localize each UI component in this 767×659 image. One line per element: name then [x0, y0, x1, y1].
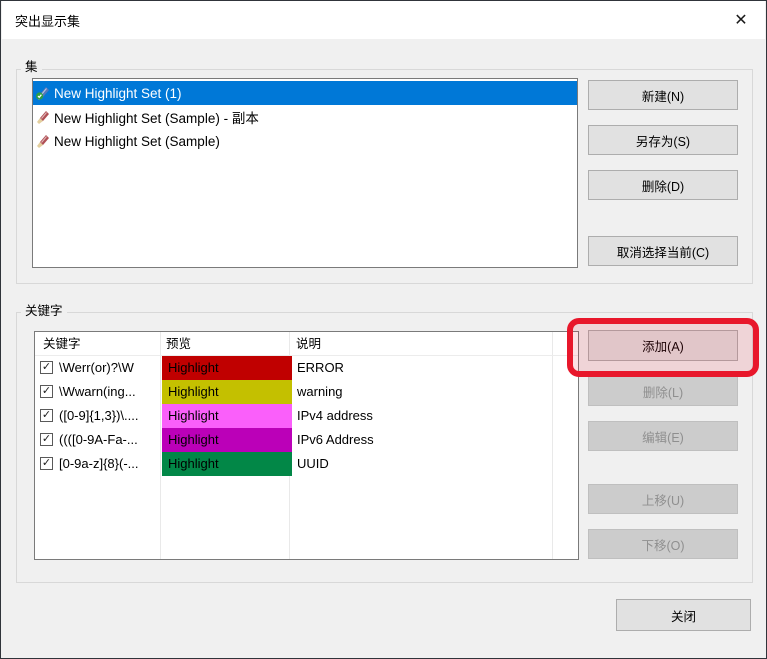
table-row[interactable]: ✓ \Werr(or)?\W Highlight ERROR — [35, 356, 578, 380]
description-cell: IPv6 Address — [297, 428, 374, 452]
keyword-cell: ((([0-9A-Fa-... — [59, 428, 160, 452]
description-cell: warning — [297, 380, 343, 404]
table-row[interactable]: ✓ ((([0-9A-Fa-... Highlight IPv6 Address — [35, 428, 578, 452]
check-icon: ✓ — [42, 410, 51, 421]
checkbox-checked[interactable]: ✓ — [40, 409, 53, 422]
check-icon: ✓ — [42, 434, 51, 445]
column-header-keyword: 关键字 — [43, 332, 81, 356]
column-header-preview: 预览 — [166, 332, 191, 356]
move-up-button: 上移(U) — [588, 484, 738, 514]
keyword-cell: ([0-9]{1,3})\.... — [59, 404, 160, 428]
edit-keyword-button: 编辑(E) — [588, 421, 738, 451]
close-button[interactable]: ✕ — [721, 1, 761, 38]
column-header-description: 说明 — [296, 332, 321, 356]
checkbox-checked[interactable]: ✓ — [40, 385, 53, 398]
preview-cell: Highlight — [162, 404, 292, 428]
preview-cell: Highlight — [162, 428, 292, 452]
preview-cell: Highlight — [162, 380, 292, 404]
deselect-current-button[interactable]: 取消选择当前(C) — [588, 236, 738, 266]
checkbox-checked[interactable]: ✓ — [40, 457, 53, 470]
preview-label: Highlight — [168, 408, 219, 423]
list-item-label: New Highlight Set (Sample) - 副本 — [54, 107, 259, 127]
table-header: 关键字 预览 说明 — [35, 332, 578, 356]
preview-label: Highlight — [168, 432, 219, 447]
check-icon: ✓ — [42, 362, 51, 373]
list-item-label: New Highlight Set (Sample) — [54, 134, 220, 149]
keyword-cell: [0-9a-z]{8}(-... — [59, 452, 160, 476]
delete-set-button[interactable]: 删除(D) — [588, 170, 738, 200]
move-down-button: 下移(O) — [588, 529, 738, 559]
checkbox-checked[interactable]: ✓ — [40, 361, 53, 374]
description-cell: UUID — [297, 452, 329, 476]
table-row[interactable]: ✓ \Wwarn(ing... Highlight warning — [35, 380, 578, 404]
keyword-cell: \Wwarn(ing... — [59, 380, 160, 404]
new-set-button[interactable]: 新建(N) — [588, 80, 738, 110]
checkbox-checked[interactable]: ✓ — [40, 433, 53, 446]
description-cell: IPv4 address — [297, 404, 373, 428]
highlight-sets-dialog: 突出显示集 ✕ 集 New Highlight Set (1) — [0, 0, 767, 659]
sets-group-label: 集 — [21, 60, 42, 75]
save-as-button[interactable]: 另存为(S) — [588, 125, 738, 155]
add-keyword-button[interactable]: 添加(A) — [588, 330, 738, 361]
check-icon: ✓ — [42, 458, 51, 469]
close-dialog-button[interactable]: 关闭 — [616, 599, 751, 631]
table-row[interactable]: ✓ [0-9a-z]{8}(-... Highlight UUID — [35, 452, 578, 476]
description-cell: ERROR — [297, 356, 344, 380]
check-icon: ✓ — [42, 386, 51, 397]
keywords-group-label: 关键字 — [21, 304, 67, 319]
preview-cell: Highlight — [162, 356, 292, 380]
list-item-label: New Highlight Set (1) — [54, 86, 182, 101]
keywords-table[interactable]: 关键字 预览 说明 ✓ \Werr(or)?\W Highlight ERROR… — [34, 331, 579, 560]
preview-label: Highlight — [168, 456, 219, 471]
list-item[interactable]: New Highlight Set (Sample) — [33, 129, 577, 153]
highlight-set-list[interactable]: New Highlight Set (1) New Highlight Set … — [32, 78, 578, 268]
highlighter-pen-icon — [35, 109, 51, 125]
list-item-selected[interactable]: New Highlight Set (1) — [33, 81, 577, 105]
preview-label: Highlight — [168, 384, 219, 399]
preview-label: Highlight — [168, 360, 219, 375]
list-item[interactable]: New Highlight Set (Sample) - 副本 — [33, 105, 577, 129]
dialog-title: 突出显示集 — [15, 11, 80, 30]
delete-keyword-button: 删除(L) — [588, 376, 738, 406]
close-icon: ✕ — [734, 10, 747, 30]
highlighter-pen-active-icon — [35, 85, 51, 101]
preview-cell: Highlight — [162, 452, 292, 476]
title-bar: 突出显示集 — [2, 1, 765, 39]
highlighter-pen-icon — [35, 133, 51, 149]
table-row[interactable]: ✓ ([0-9]{1,3})\.... Highlight IPv4 addre… — [35, 404, 578, 428]
keyword-cell: \Werr(or)?\W — [59, 356, 160, 380]
